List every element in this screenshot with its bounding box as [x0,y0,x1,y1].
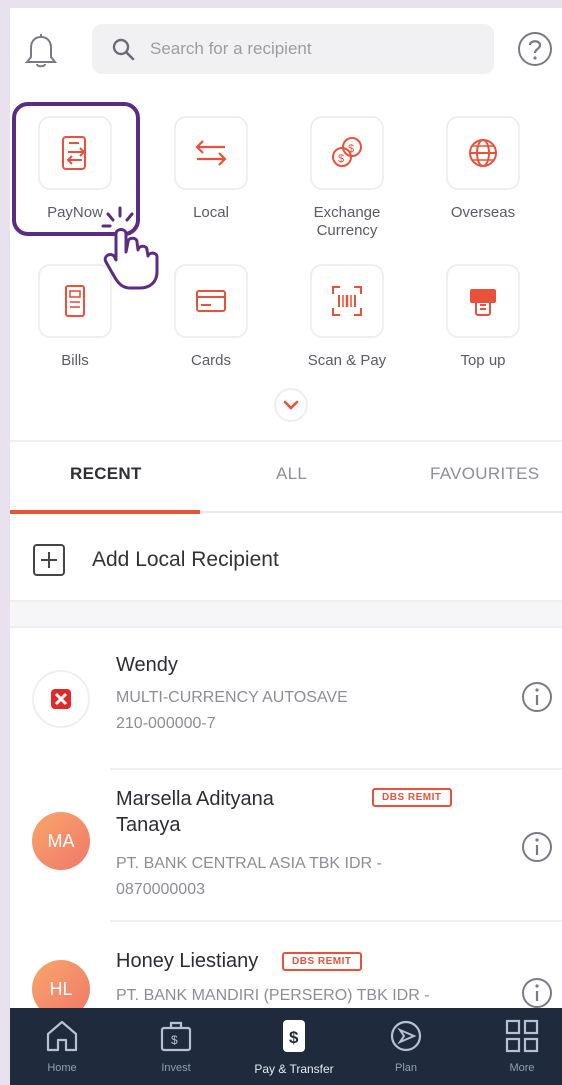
recipient-row[interactable]: Wendy MULTI-CURRENCY AUTOSAVE 210-000000… [10,630,562,770]
nav-plan[interactable]: Plan [356,1016,456,1074]
help-icon[interactable] [516,30,554,68]
dbs-logo-icon [51,689,71,709]
tile-box [38,116,112,190]
nav-label: More [509,1062,535,1074]
recipient-bank: PT. BANK CENTRAL ASIA TBK IDR - [116,855,382,872]
recipient-name: Honey Liestiany [116,950,259,972]
active-tab-indicator [10,510,200,514]
nav-label: Home [47,1062,77,1074]
dbs-remit-badge: DBS REMIT [282,952,362,971]
divider [10,440,562,442]
recipient-name-line1: Marsella Adityana [116,788,274,810]
tile-box: $ $ [310,116,384,190]
info-icon[interactable] [520,830,554,864]
info-icon[interactable] [520,680,554,714]
scan-qr-icon [332,286,362,316]
quick-action-label: Overseas [450,204,516,221]
bottom-navigation: Home $ Invest $ Pay & Transfer Plan More [10,1008,562,1085]
svg-text:$: $ [348,143,354,155]
quick-action-label: Cards [190,352,231,369]
tab-baseline [200,511,562,513]
expand-actions-button[interactable] [274,388,308,422]
recipient-row[interactable]: MA Marsella Adityana Tanaya DBS REMIT PT… [10,770,562,920]
quick-action-label: Top up [460,352,506,369]
chevron-down-icon [283,400,299,410]
recipient-account-number: 0870000003 [116,881,205,898]
tile-box [174,264,248,338]
initials-avatar: MA [32,812,90,870]
recipient-row[interactable]: HL Honey Liestiany DBS REMIT PT. BANK MA… [10,922,562,1018]
nav-pay-transfer[interactable]: $ Pay & Transfer [244,1016,344,1076]
globe-icon [469,139,497,167]
bell-icon[interactable] [24,32,58,70]
header [10,8,562,94]
home-icon [46,1020,78,1052]
tab-recent[interactable]: RECENT [70,464,142,484]
top-up-icon [470,289,496,316]
nav-label: Pay & Transfer [254,1062,334,1076]
pay-transfer-icon: $ [283,1020,305,1052]
quick-action-overseas[interactable]: Overseas [418,116,548,222]
nav-label: Invest [161,1062,191,1074]
section-gap [10,602,562,628]
quick-action-top-up[interactable]: Top up [418,264,548,370]
tile-box [310,264,384,338]
grid-icon [505,1019,539,1053]
app-screen: PayNow Local $ $ Exchange Currency [10,8,562,1085]
add-local-recipient-button[interactable]: Add Local Recipient [10,520,562,602]
recipient-account-number: 210-000000-7 [116,715,216,732]
card-icon [196,290,226,312]
quick-action-label: Bills [61,352,89,369]
quick-action-exchange-currency[interactable]: $ $ Exchange Currency [282,116,412,240]
add-recipient-label: Add Local Recipient [92,548,279,571]
tile-box [446,264,520,338]
quick-action-label: Scan & Pay [307,352,387,369]
bill-icon [65,285,85,317]
bank-logo-avatar [32,670,90,728]
nav-invest[interactable]: $ Invest [126,1016,226,1074]
dbs-remit-badge: DBS REMIT [372,788,452,807]
tile-box [174,116,248,190]
svg-text:$: $ [171,1033,178,1047]
tab-favourites[interactable]: FAVOURITES [430,464,539,484]
info-icon[interactable] [520,976,554,1010]
recipient-account-type: MULTI-CURRENCY AUTOSAVE [116,689,348,706]
recipient-name: Wendy [116,654,178,676]
svg-text:$: $ [338,153,344,165]
nav-more[interactable]: More [472,1016,562,1074]
recipient-name-line2: Tanaya [116,814,181,836]
nav-home[interactable]: Home [12,1016,112,1074]
recipient-bank: PT. BANK MANDIRI (PERSERO) TBK IDR - [116,987,430,1004]
tap-hand-icon [101,206,159,290]
paynow-icon [62,136,86,170]
quick-actions-grid: PayNow Local $ $ Exchange Currency Overs… [10,108,562,398]
tile-box [446,116,520,190]
briefcase-icon: $ [160,1021,192,1052]
exchange-currency-icon: $ $ [332,137,362,167]
local-transfer-icon [195,140,227,166]
search-icon [112,38,135,61]
compass-icon [390,1020,422,1052]
search-bar[interactable] [92,24,494,74]
recipient-tabs: RECENT ALL FAVOURITES [10,440,562,520]
svg-text:$: $ [289,1028,299,1047]
quick-action-scan-pay[interactable]: Scan & Pay [282,264,412,370]
nav-label: Plan [394,1062,418,1074]
plus-icon [33,544,65,576]
tab-all[interactable]: ALL [276,464,307,484]
search-input[interactable] [150,39,450,59]
quick-action-label: Exchange Currency [313,204,381,239]
